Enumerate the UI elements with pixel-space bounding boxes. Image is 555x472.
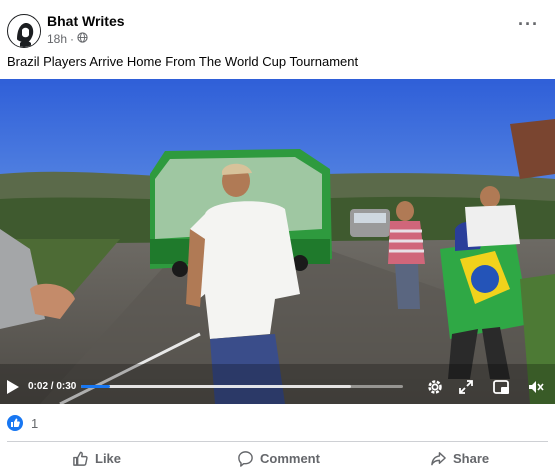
author-avatar[interactable] [7,14,41,48]
post-actions: Like Comment Share [0,445,555,472]
actions-divider [7,441,548,442]
mute-icon[interactable] [527,378,545,396]
facebook-post: Bhat Writes 18h · ··· Brazil Players Arr… [0,0,555,472]
share-icon [431,452,446,466]
post-meta: 18h · [47,32,88,46]
picture-in-picture-icon[interactable] [492,378,510,396]
video-time: 0:02 / 0:30 [28,381,77,392]
like-reaction-icon [7,415,23,431]
post-time[interactable]: 18h [47,32,67,46]
comment-icon [238,451,253,467]
play-icon[interactable] [6,379,20,395]
globe-icon [77,32,88,46]
settings-icon[interactable] [426,378,444,396]
thumbs-up-icon [73,451,88,466]
share-button[interactable]: Share [430,445,489,472]
comment-label: Comment [260,451,320,466]
meta-separator: · [70,32,75,46]
reaction-summary[interactable]: 1 [7,414,38,432]
video-controls: 0:02 / 0:30 [0,372,555,402]
comment-button[interactable]: Comment [237,445,320,472]
video-player[interactable]: 0:02 / 0:30 [0,79,555,404]
like-button[interactable]: Like [72,445,121,472]
like-label: Like [95,451,122,466]
post-header: Bhat Writes 18h · ··· [0,0,555,52]
more-options-icon[interactable]: ··· [518,15,539,33]
post-caption: Brazil Players Arrive Home From The Worl… [7,54,359,69]
video-buffer-bar [81,385,352,388]
author-name[interactable]: Bhat Writes [47,13,125,29]
reaction-count: 1 [31,415,39,431]
video-progress-bar [81,385,110,388]
video-frame [0,79,555,404]
share-label: Share [453,451,490,466]
fullscreen-icon[interactable] [457,378,475,396]
video-progress-track[interactable] [81,385,403,388]
